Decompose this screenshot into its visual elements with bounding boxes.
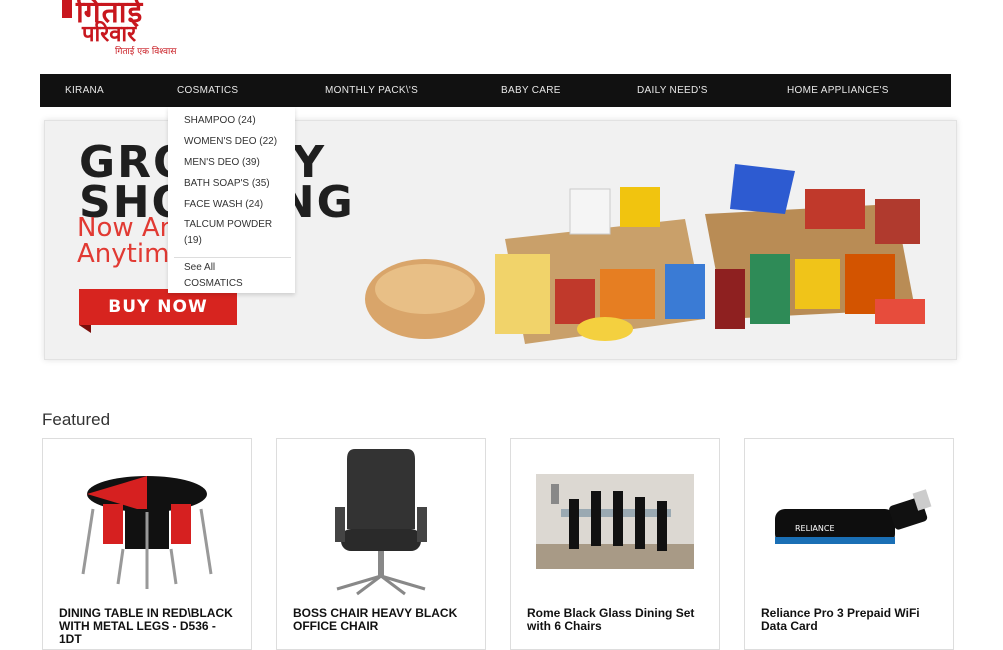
product-card[interactable]: DINING TABLE IN RED\BLACK WITH METAL LEG…	[42, 438, 252, 650]
nav-item-home-appliances[interactable]: HOME APPLIANCE'S	[787, 74, 889, 107]
site-logo[interactable]: गिताई परिवार गिताई एक विश्वास	[58, 0, 208, 60]
nav-item-monthly-packs[interactable]: MONTHLY PACK\'S	[325, 74, 418, 107]
grocery-products-image	[365, 164, 925, 344]
dropdown-item-shampoo[interactable]: SHAMPOO (24)	[184, 113, 288, 129]
nav-item-daily-needs[interactable]: DAILY NEED'S	[637, 74, 708, 107]
dropdown-see-all-link[interactable]: See All COSMATICS	[184, 260, 264, 292]
cosmatics-dropdown: SHAMPOO (24) WOMEN'S DEO (22) MEN'S DEO …	[168, 107, 295, 293]
logo-mark	[62, 0, 72, 18]
dropdown-item-womens-deo[interactable]: WOMEN'S DEO (22)	[184, 134, 288, 150]
product-title[interactable]: BOSS CHAIR HEAVY BLACK OFFICE CHAIR	[293, 607, 473, 633]
product-image-office-chair	[335, 449, 427, 596]
product-card[interactable]: BOSS CHAIR HEAVY BLACK OFFICE CHAIR	[276, 438, 486, 650]
nav-item-cosmatics[interactable]: COSMATICS	[177, 74, 238, 107]
nav-item-baby-care[interactable]: BABY CARE	[501, 74, 561, 107]
product-card[interactable]: RELIANCE Reliance Pro 3 Prepaid WiFi Dat…	[744, 438, 954, 650]
product-image-dining-set	[536, 474, 694, 569]
product-image-dining-table	[81, 476, 213, 589]
buy-now-button[interactable]: BUY NOW	[79, 289, 237, 333]
main-nav: KIRANA COSMATICS MONTHLY PACK\'S BABY CA…	[40, 74, 951, 107]
dropdown-item-mens-deo[interactable]: MEN'S DEO (39)	[184, 155, 288, 171]
dropdown-item-bath-soaps[interactable]: BATH SOAP'S (35)	[184, 176, 288, 192]
nav-item-kirana[interactable]: KIRANA	[65, 74, 104, 107]
logo-tagline: गिताई एक विश्वास	[115, 47, 177, 57]
product-title[interactable]: Rome Black Glass Dining Set with 6 Chair…	[527, 607, 707, 633]
product-image-data-card: RELIANCE	[775, 489, 932, 544]
product-title[interactable]: DINING TABLE IN RED\BLACK WITH METAL LEG…	[59, 607, 239, 646]
dropdown-divider	[174, 257, 291, 258]
svg-text:RELIANCE: RELIANCE	[795, 524, 835, 533]
product-card[interactable]: Rome Black Glass Dining Set with 6 Chair…	[510, 438, 720, 650]
product-title[interactable]: Reliance Pro 3 Prepaid WiFi Data Card	[761, 607, 941, 633]
dropdown-item-talcum-powder[interactable]: TALCUM POWDER (19)	[184, 217, 288, 249]
dropdown-item-face-wash[interactable]: FACE WASH (24)	[184, 197, 288, 213]
featured-heading: Featured	[42, 410, 111, 429]
